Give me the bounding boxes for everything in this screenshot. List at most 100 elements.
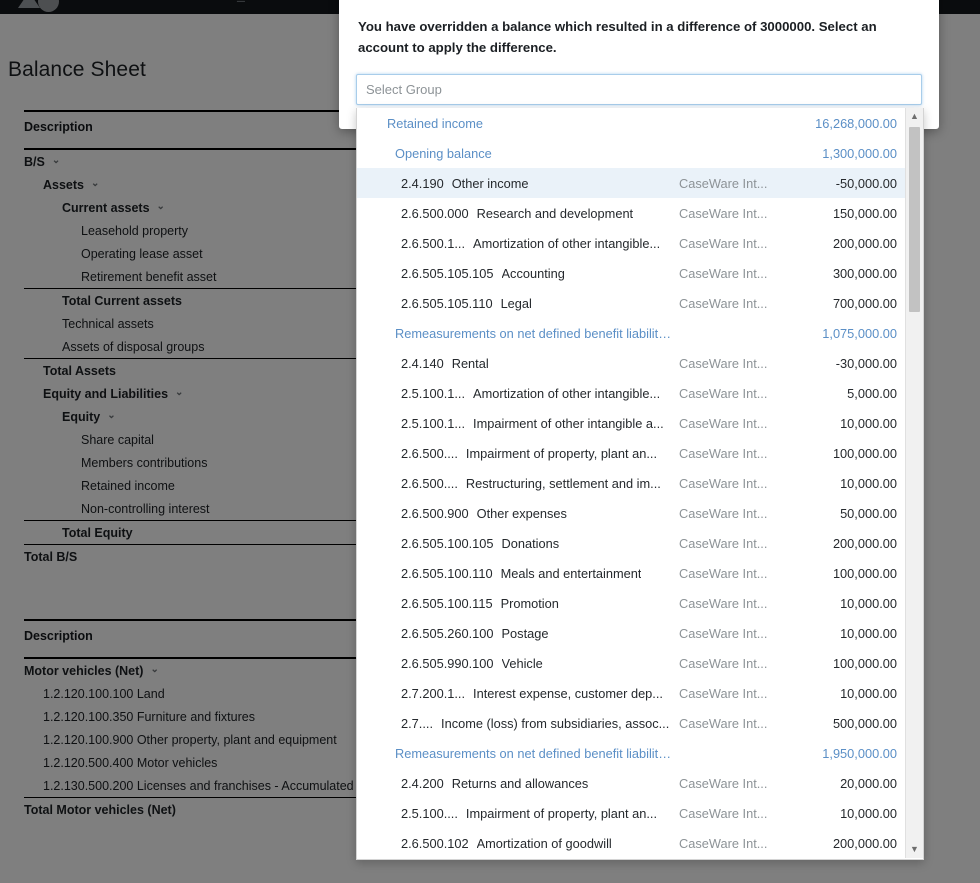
account-amount: 500,000.00 [785, 716, 905, 731]
account-option[interactable]: 2.5.100....Impairment of property, plant… [357, 798, 905, 828]
account-amount: 10,000.00 [785, 806, 905, 821]
account-option[interactable]: 2.5.100.1...Amortization of other intang… [357, 378, 905, 408]
account-option[interactable]: 2.4.190Other income CaseWare Int...-50,00… [357, 168, 905, 198]
account-option[interactable]: 2.4.200Returns and allowancesCaseWare In… [357, 768, 905, 798]
account-code: 2.6.500.1... [401, 236, 473, 251]
account-option[interactable]: 2.6.500....Restructuring, settlement and… [357, 468, 905, 498]
account-label: Retained income [387, 116, 483, 131]
account-source: CaseWare Int... [675, 236, 785, 251]
account-source: CaseWare Int... [675, 566, 785, 581]
account-code: 2.6.500.900 [401, 506, 477, 521]
account-code: 2.7.... [401, 716, 441, 731]
account-label: Other income [452, 176, 529, 191]
account-option[interactable]: 2.6.500.1...Amortization of other intang… [357, 228, 905, 258]
account-amount: 200,000.00 [785, 536, 905, 551]
account-option[interactable]: Retained income 16,268,000.00 [357, 108, 905, 138]
account-source: CaseWare Int... [675, 686, 785, 701]
account-option[interactable]: 2.6.505.100.105Donations CaseWare Int...2… [357, 528, 905, 558]
dialog-message: You have overridden a balance which resu… [339, 0, 901, 58]
account-label: Restructuring, settlement and im... [466, 476, 661, 491]
account-source: CaseWare Int... [675, 206, 785, 221]
account-label: Donations [502, 536, 560, 551]
account-label: Impairment of property, plant an... [466, 806, 657, 821]
account-amount: 100,000.00 [785, 566, 905, 581]
account-amount: 16,268,000.00 [785, 116, 905, 131]
account-label: Income (loss) from subsidiaries, assoc..… [441, 716, 669, 731]
dropdown-scrollbar[interactable]: ▲ ▼ [905, 108, 923, 858]
account-source: CaseWare Int... [675, 386, 785, 401]
account-label: Impairment of property, plant an... [466, 446, 657, 461]
account-amount: 700,000.00 [785, 296, 905, 311]
account-code: 2.4.140 [401, 356, 452, 371]
account-option[interactable]: 2.6.505.100.110Meals and entertainment Ca… [357, 558, 905, 588]
account-code: 2.6.505.260.100 [401, 626, 502, 641]
account-option[interactable]: Opening balance1,300,000.00 [357, 138, 905, 168]
account-source: CaseWare Int... [675, 476, 785, 491]
caret-up-icon[interactable]: ▲ [906, 108, 923, 125]
account-code: 2.5.100.1... [401, 386, 473, 401]
account-option[interactable]: 2.6.500.900Other expenses CaseWare Int...… [357, 498, 905, 528]
account-option[interactable]: 2.6.505.105.105AccountingCaseWare Int...… [357, 258, 905, 288]
account-amount: 100,000.00 [785, 656, 905, 671]
account-label: Research and development [477, 206, 634, 221]
account-amount: -50,000.00 [785, 176, 905, 191]
account-label: Accounting [502, 266, 565, 281]
account-label: Other expenses [477, 506, 567, 521]
account-amount: 5,000.00 [785, 386, 905, 401]
account-code: 2.6.505.100.105 [401, 536, 502, 551]
account-option-list[interactable]: Retained income 16,268,000.00 Opening bala… [357, 108, 905, 858]
account-option[interactable]: Remeasurements on net defined benefit li… [357, 318, 905, 348]
account-option[interactable]: 2.6.500.102Amortization of goodwillCaseW… [357, 828, 905, 858]
account-amount: -30,000.00 [785, 356, 905, 371]
account-option[interactable]: 2.5.100.1...Impairment of other intangib… [357, 408, 905, 438]
select-group-input[interactable] [356, 74, 922, 105]
account-label: Meals and entertainment [501, 566, 642, 581]
account-amount: 10,000.00 [785, 476, 905, 491]
scrollbar-thumb[interactable] [909, 127, 920, 312]
account-code: 2.6.505.100.115 [401, 596, 501, 611]
account-source: CaseWare Int... [675, 596, 785, 611]
account-option[interactable]: 2.6.505.100.115PromotionCaseWare Int...1… [357, 588, 905, 618]
account-amount: 10,000.00 [785, 686, 905, 701]
account-source: CaseWare Int... [675, 776, 785, 791]
account-source: CaseWare Int... [675, 176, 785, 191]
account-label: Promotion [501, 596, 559, 611]
account-source: CaseWare Int... [675, 416, 785, 431]
account-option[interactable]: 2.7....Income (loss) from subsidiaries, … [357, 708, 905, 738]
account-dropdown-panel: Retained income 16,268,000.00 Opening bala… [356, 108, 924, 860]
account-option[interactable]: 2.7.200.1...Interest expense, customer d… [357, 678, 905, 708]
account-code: 2.4.190 [401, 176, 452, 191]
account-amount: 10,000.00 [785, 416, 905, 431]
account-amount: 200,000.00 [785, 236, 905, 251]
account-option[interactable]: 2.4.140RentalCaseWare Int...-30,000.00 [357, 348, 905, 378]
account-source: CaseWare Int... [675, 536, 785, 551]
account-option[interactable]: 2.6.505.105.110LegalCaseWare Int...700,0… [357, 288, 905, 318]
select-group-wrapper [356, 74, 922, 105]
account-amount: 200,000.00 [785, 836, 905, 851]
account-source: CaseWare Int... [675, 296, 785, 311]
account-option[interactable]: Remeasurements on net defined benefit li… [357, 738, 905, 768]
account-amount: 150,000.00 [785, 206, 905, 221]
account-code: 2.5.100.... [401, 806, 466, 821]
account-option[interactable]: 2.6.500....Impairment of property, plant… [357, 438, 905, 468]
account-code: 2.7.200.1... [401, 686, 473, 701]
account-code: 2.6.505.100.110 [401, 566, 501, 581]
account-option[interactable]: 2.6.500.000Research and developmentCaseW… [357, 198, 905, 228]
account-label: Interest expense, customer dep... [473, 686, 663, 701]
account-code: 2.6.500.... [401, 446, 466, 461]
account-code: 2.6.500.102 [401, 836, 477, 851]
account-label: Impairment of other intangible a... [473, 416, 664, 431]
account-label: Postage [502, 626, 549, 641]
account-source: CaseWare Int... [675, 506, 785, 521]
caret-down-icon[interactable]: ▼ [906, 841, 923, 858]
account-option[interactable]: 2.6.505.990.100VehicleCaseWare Int...100… [357, 648, 905, 678]
account-option[interactable]: 2.6.505.260.100PostageCaseWare Int...10,… [357, 618, 905, 648]
account-code: 2.6.505.105.105 [401, 266, 502, 281]
account-label: Remeasurements on net defined benefit li… [395, 326, 675, 341]
account-code: 2.4.200 [401, 776, 452, 791]
account-amount: 100,000.00 [785, 446, 905, 461]
account-code: 2.6.500.... [401, 476, 466, 491]
account-label: Amortization of other intangible... [473, 386, 660, 401]
account-amount: 1,950,000.00 [785, 746, 905, 761]
account-label: Amortization of goodwill [477, 836, 612, 851]
